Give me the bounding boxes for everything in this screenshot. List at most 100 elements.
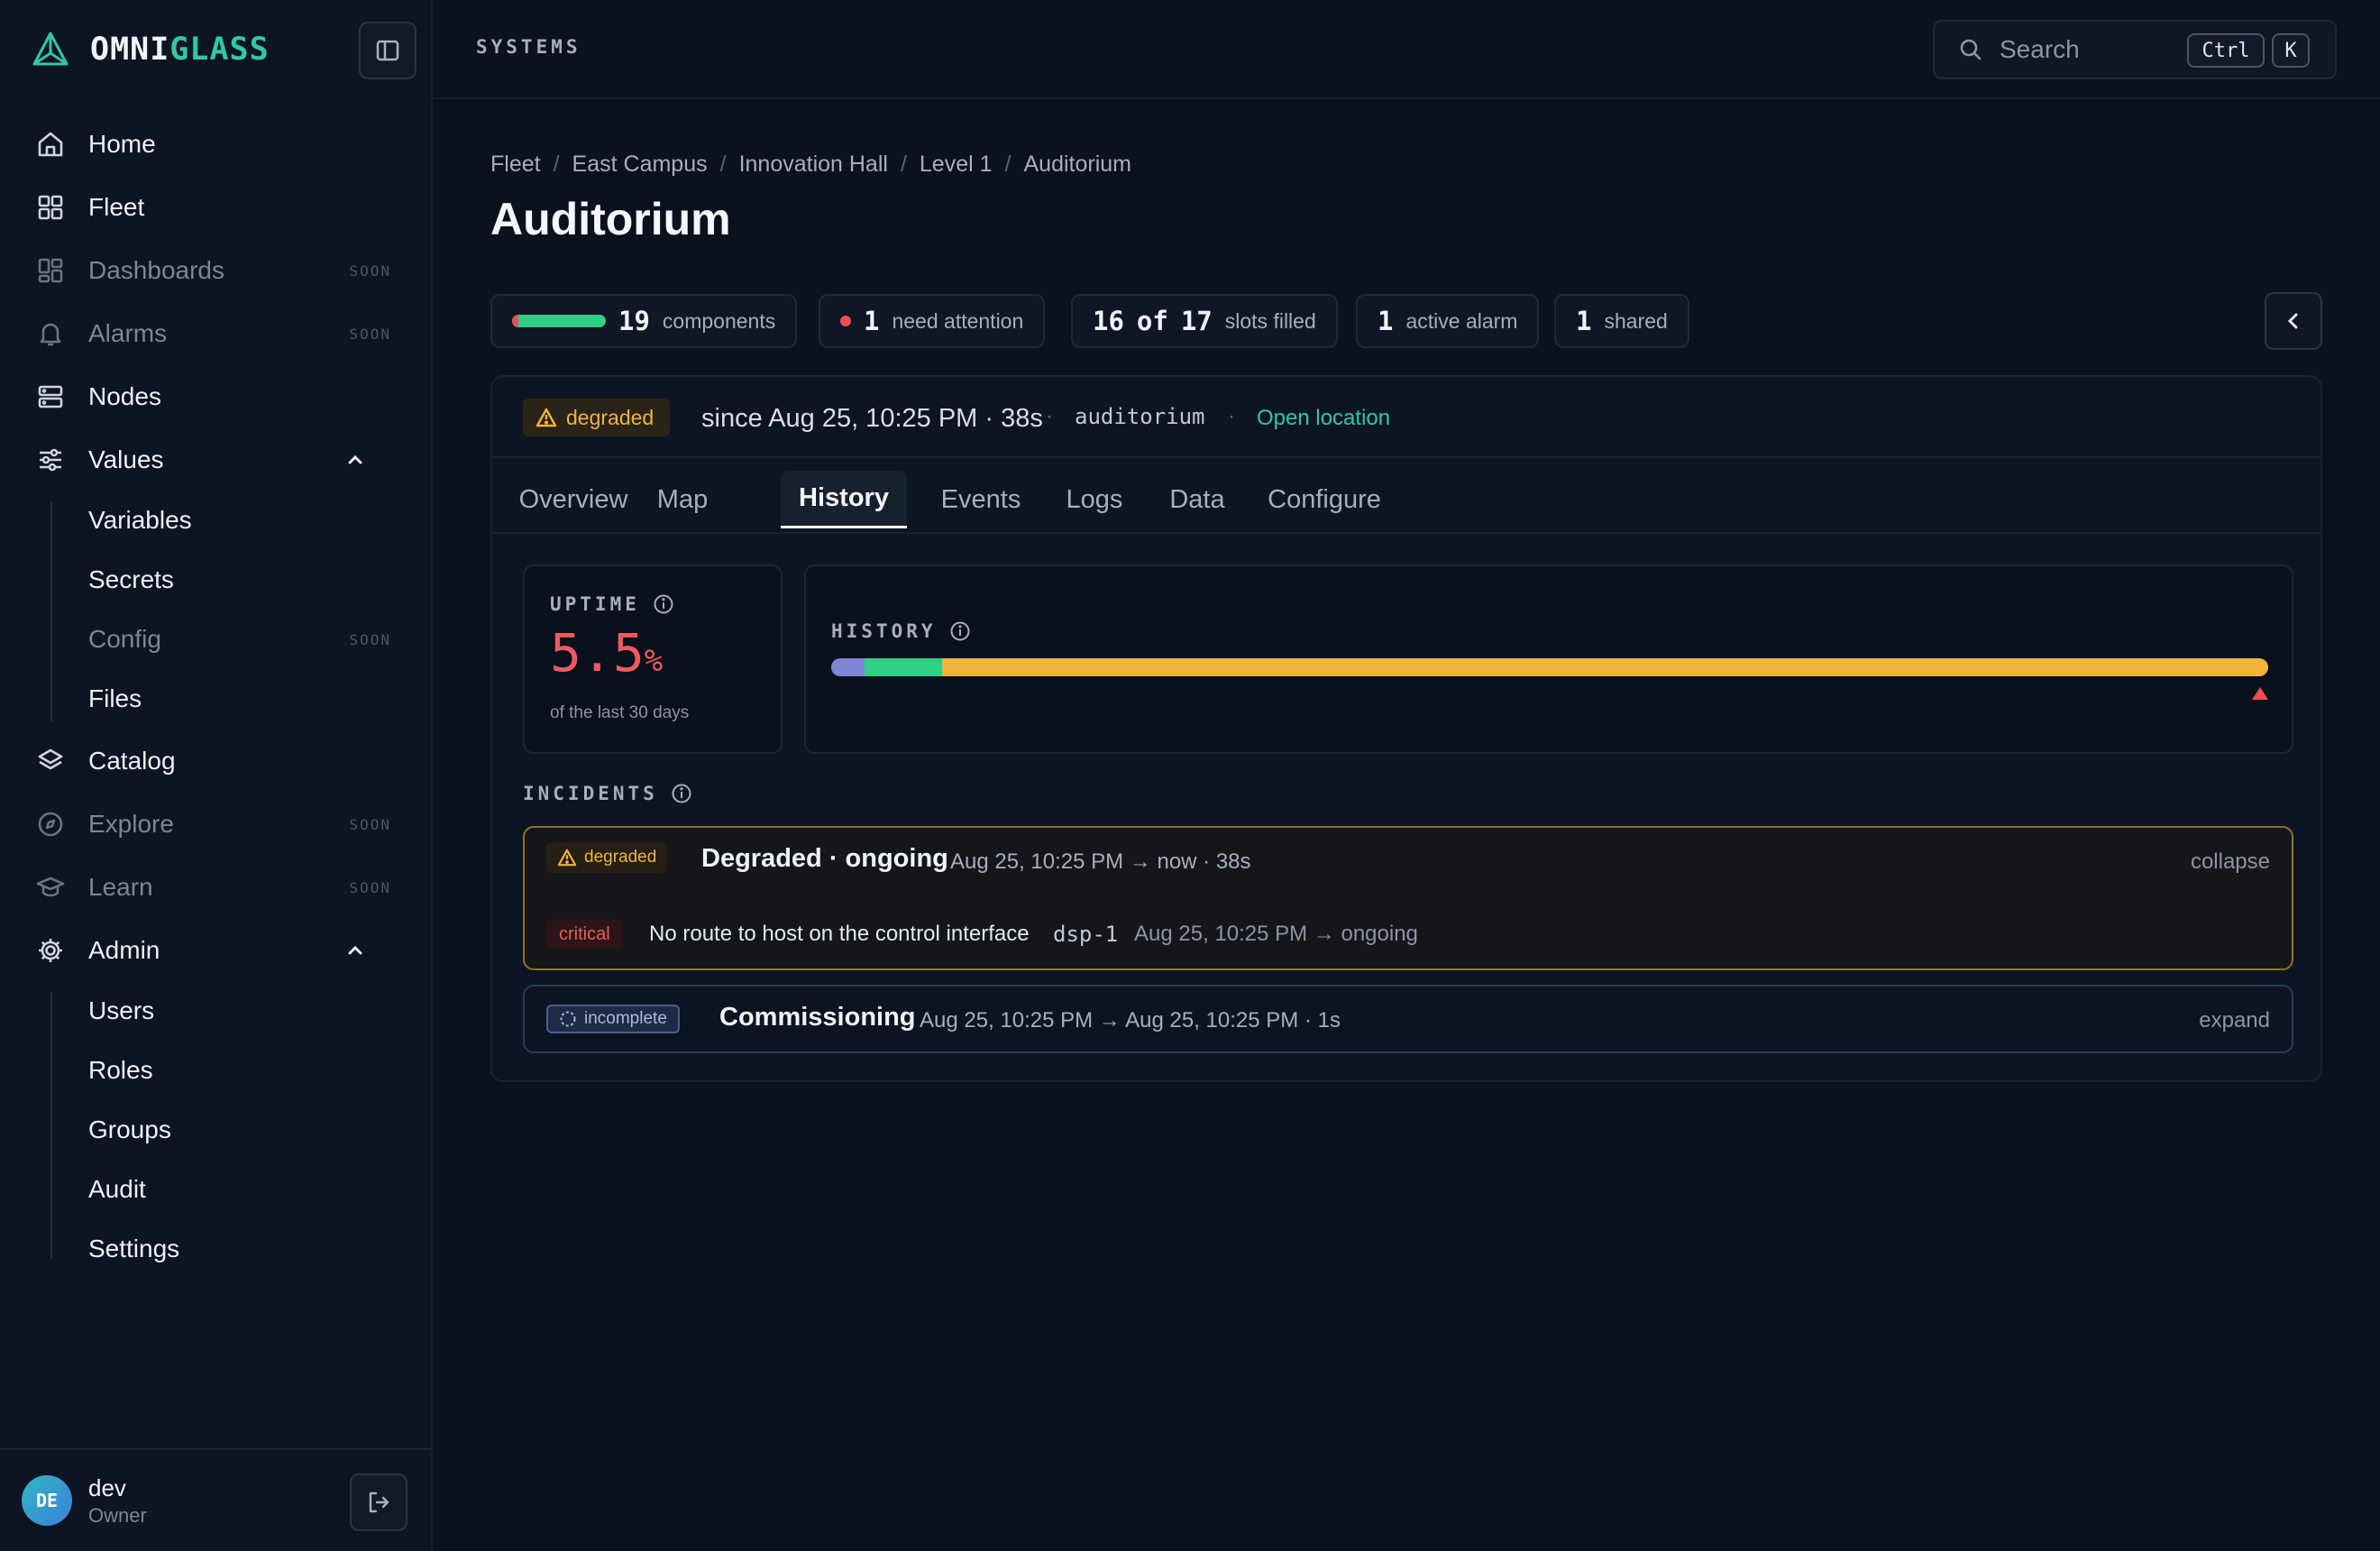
nav-label: Dashboards: [88, 256, 224, 284]
nav-item-nodes[interactable]: Nodes: [34, 372, 406, 422]
grid-icon: [34, 191, 67, 224]
tab-data[interactable]: Data: [1159, 471, 1235, 528]
incident-expand-button[interactable]: expand: [2199, 1008, 2270, 1033]
nav-item-catalog[interactable]: Catalog: [34, 736, 406, 786]
nav-item-settings[interactable]: Settings: [88, 1226, 406, 1271]
nav-item-secrets[interactable]: Secrets: [88, 557, 406, 602]
soon-badge: SOON: [349, 325, 391, 343]
stat-alarms[interactable]: 1 active alarm: [1356, 294, 1540, 348]
incident-title: Degraded · ongoing: [701, 844, 948, 873]
nav-item-learn[interactable]: Learn SOON: [34, 862, 406, 913]
stat-attention[interactable]: 1 need attention: [819, 294, 1046, 348]
status-since: since Aug 25, 10:25 PM · 38s: [701, 404, 1043, 433]
brand-logo[interactable]: OMNIGLASS: [31, 27, 270, 72]
separator-dot: ·: [1046, 404, 1053, 428]
breadcrumb-item[interactable]: East Campus: [572, 151, 708, 178]
nav-item-values[interactable]: Values: [34, 435, 406, 485]
collapse-details-button[interactable]: [2265, 292, 2322, 350]
tab-overview[interactable]: Overview: [517, 471, 629, 528]
nav-label: Home: [88, 130, 156, 158]
stat-components[interactable]: 19 components: [490, 294, 798, 348]
avatar[interactable]: DE: [22, 1475, 72, 1526]
dashboard-icon: [34, 254, 67, 287]
nav-item-roles[interactable]: Roles: [88, 1048, 406, 1093]
nav-item-groups[interactable]: Groups: [88, 1107, 406, 1152]
incident-collapse-button[interactable]: collapse: [2191, 849, 2270, 875]
slots-total: 17: [1180, 306, 1213, 336]
alarm-count: 1: [1378, 306, 1394, 336]
chevron-up-icon[interactable]: [344, 449, 366, 471]
event-message: No route to host on the control interfac…: [649, 922, 1030, 946]
incident-badge-label: degraded: [584, 848, 657, 867]
stat-shared[interactable]: 1 shared: [1554, 294, 1689, 348]
soon-badge: SOON: [349, 815, 391, 833]
uptime-number: 5.5: [550, 622, 645, 684]
breadcrumb-item[interactable]: Innovation Hall: [739, 151, 888, 178]
server-icon: [34, 381, 67, 413]
nav-item-explore[interactable]: Explore SOON: [34, 799, 406, 849]
chevron-up-icon[interactable]: [344, 940, 366, 961]
nav-item-users[interactable]: Users: [88, 988, 406, 1033]
chevron-left-icon: [2283, 310, 2304, 332]
uptime-label-text: UPTIME: [550, 593, 640, 615]
uptime-subtitle: of the last 30 days: [550, 703, 690, 722]
soon-badge: SOON: [349, 262, 391, 280]
graduation-cap-icon: [34, 871, 67, 904]
nav-item-fleet[interactable]: Fleet: [34, 182, 406, 233]
attention-dot: [840, 316, 851, 326]
sidebar-toggle-button[interactable]: [359, 22, 416, 79]
dashed-circle-icon: [559, 1010, 577, 1028]
nav-item-alarms[interactable]: Alarms SOON: [34, 308, 406, 359]
components-health-bar: [512, 315, 606, 327]
sidebar-panel-icon: [375, 38, 400, 63]
breadcrumb-item[interactable]: Fleet: [490, 151, 541, 178]
attention-count: 1: [864, 306, 880, 336]
history-segment-healthy[interactable]: [864, 658, 942, 676]
nav-item-config[interactable]: Config SOON: [88, 617, 406, 662]
incident-card[interactable]: degraded Degraded · ongoing Aug 25, 10:2…: [523, 826, 2293, 970]
search-input[interactable]: Search Ctrl K: [1933, 20, 2337, 79]
section-label: SYSTEMS: [476, 36, 581, 58]
slots-filled: 16: [1093, 306, 1124, 336]
incident-card[interactable]: incomplete Commissioning Aug 25, 10:25 P…: [523, 985, 2293, 1053]
event-node[interactable]: dsp-1: [1053, 922, 1118, 947]
nav-item-variables[interactable]: Variables: [88, 498, 406, 543]
history-segment-commissioning[interactable]: [831, 658, 865, 676]
nav-label: Settings: [88, 1234, 180, 1262]
nav-item-files[interactable]: Files: [88, 676, 406, 721]
compass-icon: [34, 808, 67, 840]
home-icon: [34, 128, 67, 161]
nav-item-home[interactable]: Home: [34, 119, 406, 170]
history-timeline[interactable]: [831, 658, 2268, 676]
tab-history[interactable]: History: [781, 471, 907, 528]
sliders-icon: [34, 444, 67, 476]
nav-label: Alarms: [88, 319, 168, 347]
nav-item-dashboards[interactable]: Dashboards SOON: [34, 245, 406, 296]
layers-icon: [34, 745, 67, 777]
nav-item-audit[interactable]: Audit: [88, 1167, 406, 1212]
nav-item-admin[interactable]: Admin: [34, 925, 406, 976]
info-icon[interactable]: [671, 783, 692, 804]
tab-configure[interactable]: Configure: [1260, 471, 1388, 528]
info-icon[interactable]: [653, 593, 674, 615]
incidents-label-text: INCIDENTS: [523, 783, 658, 804]
nav-label: Secrets: [88, 565, 174, 593]
search-placeholder: Search: [2000, 35, 2080, 63]
nav-label: Roles: [88, 1056, 153, 1084]
logout-button[interactable]: [350, 1473, 407, 1531]
tab-logs[interactable]: Logs: [1057, 471, 1132, 528]
tab-events[interactable]: Events: [932, 471, 1030, 528]
incident-status-badge: degraded: [546, 842, 668, 873]
breadcrumb-separator: /: [553, 151, 560, 177]
status-badge-label: degraded: [566, 405, 654, 429]
tab-bar: Overview Map History Events Logs Data Co…: [492, 458, 2320, 534]
tab-map[interactable]: Map: [647, 471, 718, 528]
info-icon[interactable]: [949, 620, 971, 642]
breadcrumb-item[interactable]: Level 1: [920, 151, 993, 178]
open-location-link[interactable]: Open location: [1257, 406, 1390, 431]
stat-slots[interactable]: 16 of 17 slots filled: [1071, 294, 1338, 348]
soon-badge: SOON: [349, 878, 391, 896]
history-segment-degraded[interactable]: [941, 658, 2268, 676]
gear-icon: [34, 934, 67, 967]
slots-label: slots filled: [1224, 308, 1316, 333]
